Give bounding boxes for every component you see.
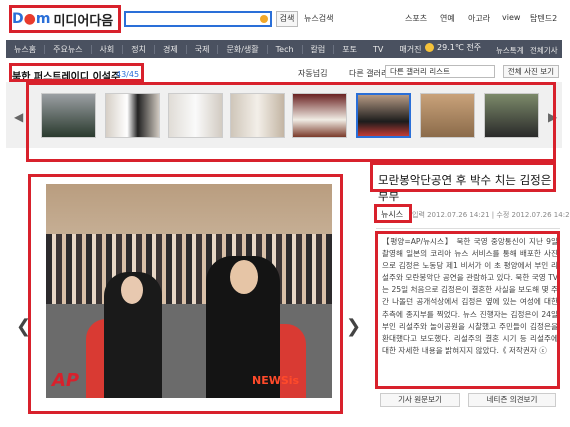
top-link-view[interactable]: view xyxy=(502,13,520,22)
nav-item-economy[interactable]: 경제 xyxy=(155,44,186,55)
view-comments-button[interactable]: 네티즌 의견보기 xyxy=(468,393,556,407)
photo-next-icon[interactable]: ❯ xyxy=(346,316,361,337)
nav-all-articles[interactable]: 전체기사 xyxy=(530,45,558,56)
newsis-watermark: NEWSis xyxy=(252,374,300,387)
gallery-title: 북한 퍼스트레이디 이설주 xyxy=(12,72,121,83)
view-original-button[interactable]: 기사 원문보기 xyxy=(380,393,460,407)
thumbnail[interactable] xyxy=(420,93,475,138)
top-link-agora[interactable]: 아고라 xyxy=(468,13,490,24)
nav-item-politics[interactable]: 정치 xyxy=(123,44,154,55)
nav-item-tech[interactable]: Tech xyxy=(268,45,302,54)
nav-news-stats[interactable]: 뉴스톡계 xyxy=(496,45,524,56)
search-input[interactable] xyxy=(124,11,272,27)
weather-text: 29.1℃ 전주 xyxy=(437,43,482,52)
logo-text: 미디어다음 xyxy=(53,13,114,29)
gallery-count: 43/45 xyxy=(116,70,140,79)
divider xyxy=(376,228,560,229)
thumbnail[interactable] xyxy=(105,93,160,138)
article-dates: 입력 2012.07.26 14:21 | 수정 2012.07.26 14:2… xyxy=(412,211,570,219)
autoplay-toggle[interactable]: 자동넘김 xyxy=(298,68,327,79)
gallery-select[interactable]: 다른 갤러리 리스트 xyxy=(385,65,495,78)
thumbnail[interactable] xyxy=(484,93,539,138)
weather-widget[interactable]: 29.1℃ 전주 xyxy=(425,42,481,53)
sun-icon xyxy=(425,43,434,52)
article-source[interactable]: 뉴시스 xyxy=(381,209,403,220)
thumbnail[interactable] xyxy=(168,93,223,138)
nav-item-society[interactable]: 사회 xyxy=(92,44,123,55)
top-link-entertainment[interactable]: 연예 xyxy=(440,13,455,24)
thumbnail[interactable] xyxy=(41,93,96,138)
nav-item-column[interactable]: 칼럼 xyxy=(303,44,334,55)
daum-media-logo[interactable]: D ● m 미디어다음 xyxy=(12,8,116,30)
other-gallery-label: 다른 갤러리 xyxy=(349,69,389,78)
thumbnail[interactable] xyxy=(292,93,347,138)
nav-item-culture[interactable]: 문화/생활 xyxy=(218,44,266,55)
search-dropdown-icon[interactable] xyxy=(260,15,268,23)
search-button[interactable]: 검색 xyxy=(276,11,298,27)
nav-item-tv[interactable]: TV xyxy=(365,45,391,54)
view-all-photos-button[interactable]: 전체 사진 보기 xyxy=(503,65,559,78)
top-link-sports[interactable]: 스포츠 xyxy=(405,13,427,24)
article-title: 모란봉악단공연 후 박수 치는 김정은 부부 xyxy=(378,173,552,203)
nav-item-top-news[interactable]: 주요뉴스 xyxy=(45,44,90,55)
thumbnail[interactable] xyxy=(230,93,285,138)
nav-item-photo[interactable]: 포토 xyxy=(334,44,365,55)
photo-prev-icon[interactable]: ❮ xyxy=(16,316,31,337)
strip-next-icon[interactable]: ▶ xyxy=(548,110,557,124)
news-search-link[interactable]: 뉴스검색 xyxy=(304,13,333,24)
nav-item-magazine[interactable]: 매거진 xyxy=(391,44,429,55)
main-photo[interactable]: AP NEWSis xyxy=(46,184,332,398)
nav-item-international[interactable]: 국제 xyxy=(187,44,218,55)
article-body: 【평양=AP/뉴시스】 북한 국영 중앙통신이 지난 9일 촬영해 일본의 코리… xyxy=(382,237,558,355)
ap-watermark: AP xyxy=(52,370,80,391)
thumbnail-selected[interactable] xyxy=(356,93,411,138)
strip-prev-icon[interactable]: ◀ xyxy=(14,110,23,124)
top-link-topten[interactable]: 탑텐드2 xyxy=(530,13,557,24)
nav-item-news-home[interactable]: 뉴스홈 xyxy=(6,44,44,55)
